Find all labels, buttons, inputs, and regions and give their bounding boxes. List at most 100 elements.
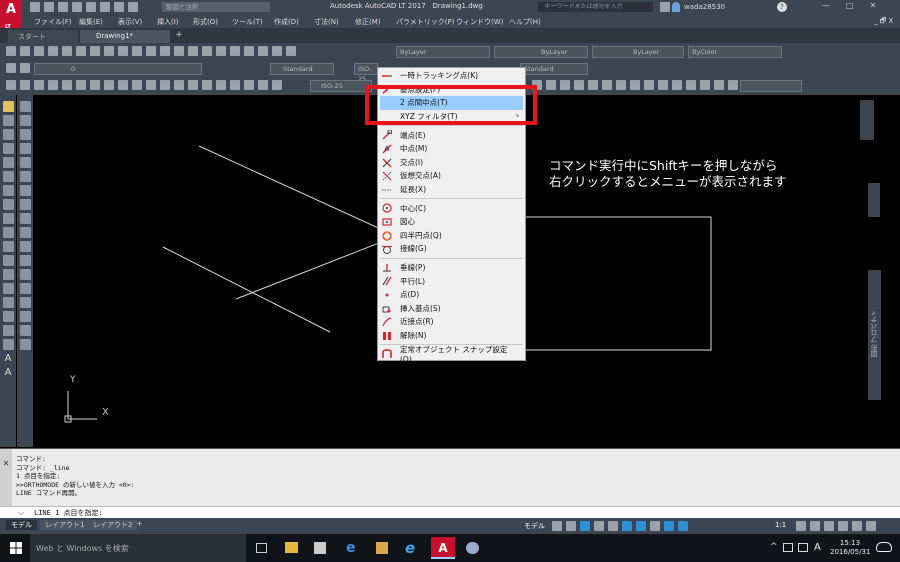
copy-icon[interactable] (90, 46, 100, 56)
menu-item-osnap-settings[interactable]: 定常オブジェクト スナップ設定(O)... (378, 345, 525, 364)
menu-item-perpendicular[interactable]: 垂線(P) (378, 261, 525, 275)
window-controls[interactable]: —□✕ (822, 1, 892, 10)
polar-icon[interactable] (594, 521, 604, 531)
continue-icon[interactable] (146, 80, 156, 90)
circle-icon[interactable] (2, 184, 14, 196)
fillet-icon[interactable] (19, 296, 31, 308)
save-icon[interactable] (34, 46, 44, 56)
drawn-rectangle[interactable] (522, 216, 712, 351)
menu-item-intersection[interactable]: 交点(I) (378, 156, 525, 170)
angular-icon[interactable] (104, 80, 114, 90)
workspace-gear-icon[interactable] (796, 521, 806, 531)
new-icon[interactable] (6, 46, 16, 56)
menu-file[interactable]: ファイル(F) (34, 17, 72, 27)
calc-icon[interactable] (272, 46, 282, 56)
revcloud-icon[interactable] (2, 198, 14, 210)
lengthen-icon[interactable] (19, 338, 31, 350)
lineweight-icon[interactable] (650, 521, 660, 531)
matchprop-icon[interactable] (118, 46, 128, 56)
new-icon[interactable] (30, 2, 40, 12)
dimtedit-icon[interactable] (258, 80, 268, 90)
otrack-icon[interactable] (636, 521, 646, 531)
menu-draw[interactable]: 作成(D) (274, 17, 299, 27)
menu-item-none[interactable]: 解除(N) (378, 329, 525, 343)
network-icon[interactable] (783, 543, 793, 552)
notification-icon[interactable] (798, 543, 808, 552)
designcenter-icon[interactable] (216, 46, 226, 56)
layer-color-dropdown[interactable]: ByLayer (396, 46, 490, 58)
hatch-icon[interactable] (672, 80, 682, 90)
menu-item-node[interactable]: 点(D) (378, 288, 525, 302)
chamfer-icon[interactable] (19, 282, 31, 294)
menu-format[interactable]: 形式(O) (193, 17, 218, 27)
plot-icon[interactable] (48, 46, 58, 56)
maximize-button[interactable]: □ (846, 1, 870, 10)
menu-insert[interactable]: 挿入(I) (157, 17, 179, 27)
search-input[interactable]: キーワードまたは語句を入力 (538, 2, 653, 12)
rotate-icon[interactable] (19, 184, 31, 196)
region-icon[interactable] (700, 80, 710, 90)
linear-dim-icon[interactable] (6, 80, 16, 90)
stretch-icon[interactable] (19, 212, 31, 224)
boundary-icon[interactable] (714, 80, 724, 90)
saveas-icon[interactable] (72, 2, 82, 12)
menu-item-tangent[interactable]: 接線(G) (378, 242, 525, 256)
jogged-icon[interactable] (76, 80, 86, 90)
point-icon[interactable] (2, 282, 14, 294)
app-logo-button[interactable]: A LT (0, 0, 22, 30)
arc-icon[interactable] (2, 170, 14, 182)
menu-item-apparent-intersection[interactable]: 仮想交点(A) (378, 169, 525, 183)
ellipse-icon[interactable] (2, 226, 14, 238)
update-icon[interactable] (272, 80, 282, 90)
sheetset-icon[interactable] (244, 46, 254, 56)
hatch-icon[interactable] (2, 296, 14, 308)
properties-icon[interactable] (202, 46, 212, 56)
start-button[interactable] (10, 542, 22, 554)
taskbar-clock[interactable]: 15:13 2016/05/31 (830, 539, 870, 557)
linetype-dropdown[interactable]: ByLayer (494, 46, 588, 58)
plotstyle-dropdown[interactable]: ByColor (688, 46, 782, 58)
center-mark-icon[interactable] (202, 80, 212, 90)
pline-icon[interactable] (2, 128, 14, 140)
tab-layout1[interactable]: レイアウト1 (40, 520, 90, 530)
save-icon[interactable] (58, 2, 68, 12)
region-icon[interactable] (2, 324, 14, 336)
menu-item-endpoint[interactable]: 端点(E) (378, 128, 525, 142)
annotation-scale[interactable]: 1:1 (775, 521, 786, 529)
undo-icon[interactable] (132, 46, 142, 56)
wblock-icon[interactable] (630, 80, 640, 90)
insert-block-icon[interactable] (2, 254, 14, 266)
preview-icon[interactable] (62, 46, 72, 56)
properties-palette-collapsed[interactable]: 図形 プロパティ (868, 270, 881, 400)
xline-icon[interactable] (2, 114, 14, 126)
mleader-remove-icon[interactable] (560, 80, 570, 90)
scale-icon[interactable] (19, 198, 31, 210)
jog-line-icon[interactable] (230, 80, 240, 90)
binoculars-icon[interactable] (660, 2, 670, 12)
snap-icon[interactable] (566, 521, 576, 531)
zoom-window-icon[interactable] (188, 46, 198, 56)
isolate-icon[interactable] (824, 521, 834, 531)
undo-icon[interactable] (100, 2, 110, 12)
ime-indicator[interactable]: A (814, 542, 821, 553)
autoscale-icon[interactable] (678, 521, 688, 531)
erase-icon[interactable] (19, 100, 31, 112)
array-icon[interactable] (19, 156, 31, 168)
tab-drawing1[interactable]: Drawing1* (80, 30, 170, 43)
store-icon[interactable] (314, 542, 326, 554)
make-block-icon[interactable] (2, 268, 14, 280)
user-name[interactable]: wada28530 (684, 3, 725, 11)
diameter-icon[interactable] (90, 80, 100, 90)
open-icon[interactable] (44, 2, 54, 12)
doc-window-controls[interactable]: _ 🗗 X (874, 17, 893, 28)
ortho-icon[interactable] (580, 521, 590, 531)
workspace-dropdown[interactable]: 製図と注釈 (162, 2, 270, 12)
clean-screen-icon[interactable] (852, 521, 862, 531)
open-icon[interactable] (20, 46, 30, 56)
extra-dropdown[interactable] (740, 80, 802, 92)
grid-icon[interactable] (552, 521, 562, 531)
menu-tools[interactable]: ツール(T) (232, 17, 263, 27)
spline-icon[interactable] (2, 212, 14, 224)
lineweight-dropdown[interactable]: ByLayer (592, 46, 684, 58)
mleader-add-icon[interactable] (546, 80, 556, 90)
